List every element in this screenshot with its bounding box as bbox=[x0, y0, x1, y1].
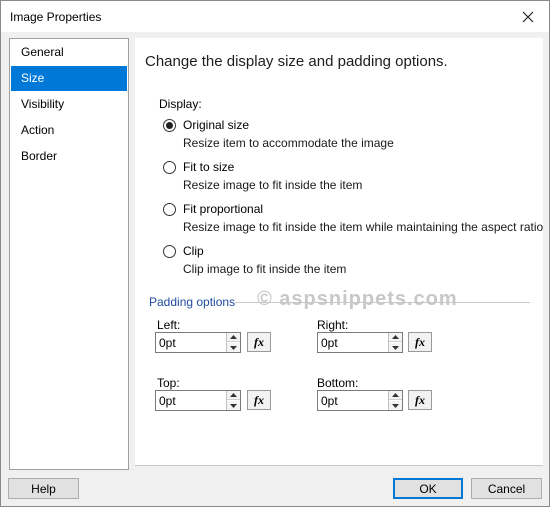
top-padding-input[interactable] bbox=[156, 391, 226, 410]
nav-item-label: Border bbox=[21, 149, 58, 163]
bottom-spin-up-button[interactable] bbox=[389, 391, 402, 400]
left-expression-button[interactable]: fx bbox=[247, 332, 271, 352]
right-label: Right: bbox=[317, 318, 349, 332]
nav-item-action[interactable]: Action bbox=[11, 118, 127, 143]
option-description: Resize image to fit inside the item bbox=[183, 178, 363, 192]
watermark: © aspsnippets.com bbox=[257, 288, 458, 310]
spin-up-arrow-icon bbox=[230, 393, 237, 397]
help-button[interactable]: Help bbox=[8, 478, 79, 499]
bottom-padding-input[interactable] bbox=[318, 391, 388, 410]
right-spin-down-button[interactable] bbox=[389, 343, 402, 352]
close-button[interactable] bbox=[513, 4, 543, 30]
right-padding-input[interactable] bbox=[318, 333, 388, 352]
title-bar: Image Properties bbox=[1, 1, 549, 32]
option-label[interactable]: Clip bbox=[183, 244, 204, 258]
option-label[interactable]: Original size bbox=[183, 118, 249, 132]
right-padding-spinner bbox=[317, 332, 403, 353]
radio-fit-to-size[interactable] bbox=[163, 161, 176, 174]
top-padding-spinner bbox=[155, 390, 241, 411]
nav-item-visibility[interactable]: Visibility bbox=[11, 92, 127, 117]
cancel-button[interactable]: Cancel bbox=[471, 478, 542, 499]
left-spin-up-button[interactable] bbox=[227, 333, 240, 342]
option-description: Resize image to fit inside the item whil… bbox=[183, 220, 544, 234]
top-label: Top: bbox=[157, 376, 180, 390]
spin-down-arrow-icon bbox=[392, 345, 399, 350]
close-icon bbox=[522, 11, 534, 23]
nav-item-size[interactable]: Size bbox=[11, 66, 127, 91]
bottom-spin-buttons bbox=[388, 391, 402, 410]
spin-up-arrow-icon bbox=[392, 393, 399, 397]
nav-item-label: General bbox=[21, 45, 64, 59]
spin-up-arrow-icon bbox=[230, 335, 237, 339]
spin-down-arrow-icon bbox=[230, 345, 237, 350]
right-spin-up-button[interactable] bbox=[389, 333, 402, 342]
top-spin-up-button[interactable] bbox=[227, 391, 240, 400]
option-label[interactable]: Fit to size bbox=[183, 160, 234, 174]
nav-item-label: Size bbox=[21, 71, 45, 85]
image-properties-dialog: Image Properties General Size Visibility… bbox=[0, 0, 550, 507]
nav-item-label: Visibility bbox=[21, 97, 65, 111]
size-page: Change the display size and padding opti… bbox=[135, 38, 543, 466]
spin-up-arrow-icon bbox=[392, 335, 399, 339]
left-spin-down-button[interactable] bbox=[227, 343, 240, 352]
bottom-padding-spinner bbox=[317, 390, 403, 411]
radio-original-size[interactable] bbox=[163, 119, 176, 132]
spin-down-arrow-icon bbox=[230, 403, 237, 408]
right-expression-button[interactable]: fx bbox=[408, 332, 432, 352]
category-list: General Size Visibility Action Border bbox=[9, 38, 129, 470]
left-padding-spinner bbox=[155, 332, 241, 353]
option-label[interactable]: Fit proportional bbox=[183, 202, 263, 216]
bottom-label: Bottom: bbox=[317, 376, 359, 390]
option-description: Clip image to fit inside the item bbox=[183, 262, 347, 276]
radio-clip[interactable] bbox=[163, 245, 176, 258]
left-padding-input[interactable] bbox=[156, 333, 226, 352]
display-label: Display: bbox=[159, 97, 202, 111]
top-expression-button[interactable]: fx bbox=[247, 390, 271, 410]
right-spin-buttons bbox=[388, 333, 402, 352]
option-description: Resize item to accommodate the image bbox=[183, 136, 394, 150]
radio-fit-proportional[interactable] bbox=[163, 203, 176, 216]
nav-item-label: Action bbox=[21, 123, 55, 137]
nav-item-border[interactable]: Border bbox=[11, 144, 127, 169]
left-spin-buttons bbox=[226, 333, 240, 352]
top-spin-buttons bbox=[226, 391, 240, 410]
spin-down-arrow-icon bbox=[392, 403, 399, 408]
nav-item-general[interactable]: General bbox=[11, 40, 127, 65]
bottom-expression-button[interactable]: fx bbox=[408, 390, 432, 410]
left-label: Left: bbox=[157, 318, 181, 332]
page-heading: Change the display size and padding opti… bbox=[145, 53, 448, 70]
ok-button[interactable]: OK bbox=[393, 478, 463, 499]
top-spin-down-button[interactable] bbox=[227, 401, 240, 410]
window-title: Image Properties bbox=[10, 10, 102, 24]
padding-options-legend: Padding options bbox=[149, 295, 236, 309]
bottom-spin-down-button[interactable] bbox=[389, 401, 402, 410]
